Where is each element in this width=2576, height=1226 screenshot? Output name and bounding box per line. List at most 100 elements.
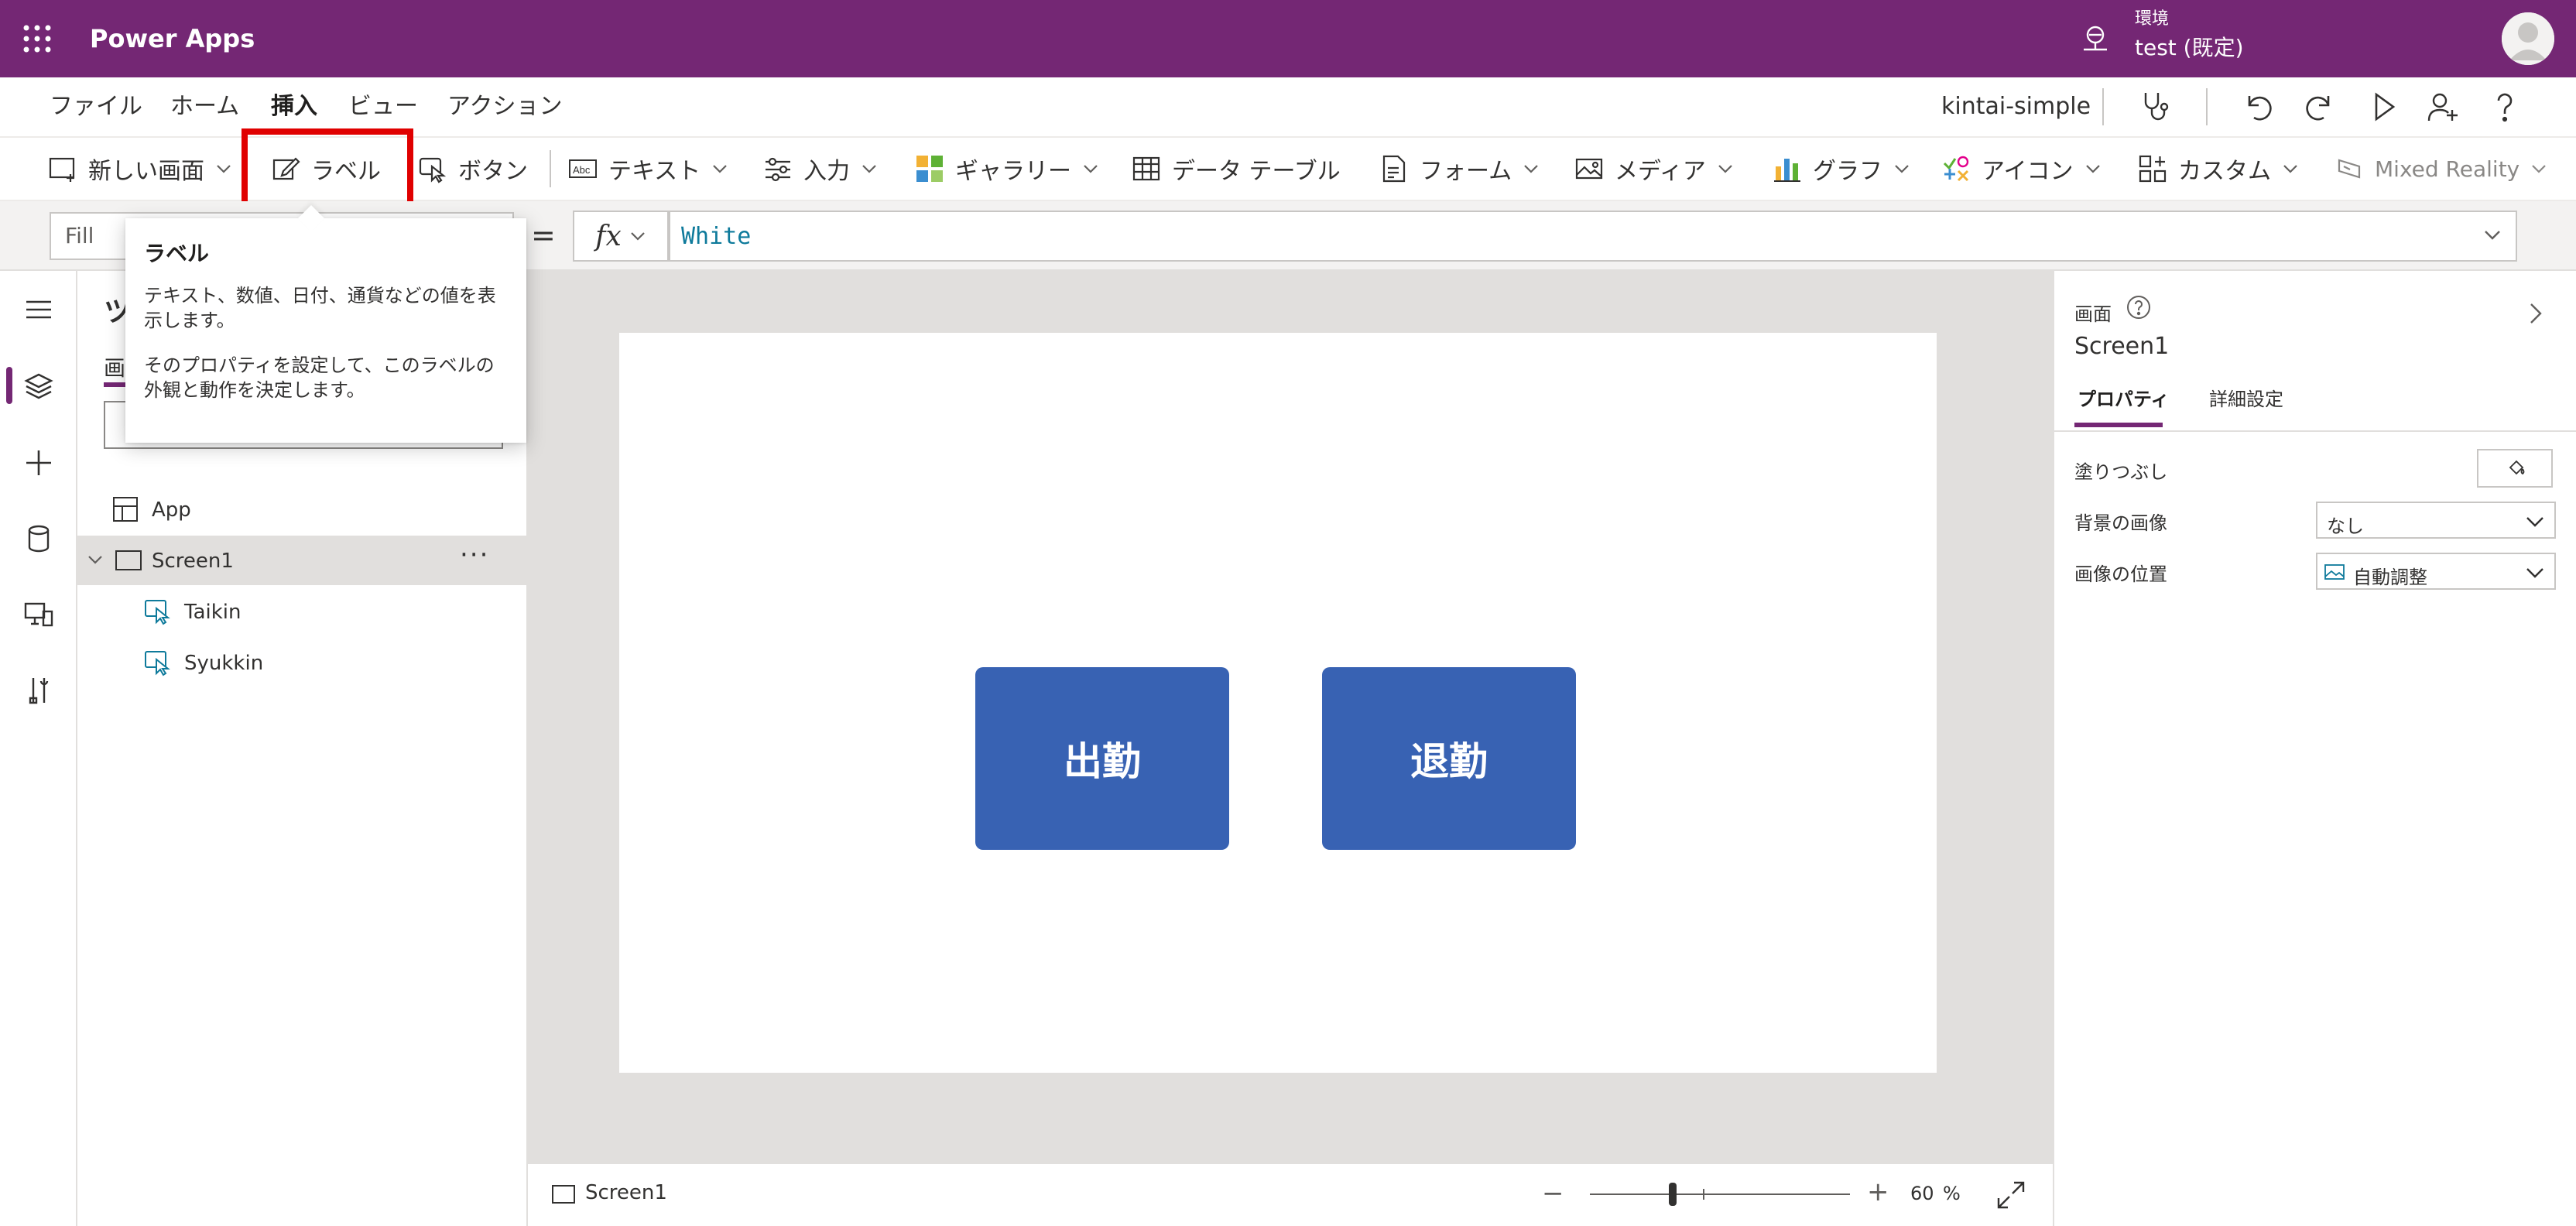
chevron-down-icon — [631, 232, 645, 241]
function-button[interactable]: fx — [573, 211, 669, 262]
redo-icon[interactable] — [2304, 90, 2338, 124]
app-name[interactable]: kintai-simple — [1941, 91, 2091, 122]
insert-mixed-reality-button[interactable]: Mixed Reality — [2334, 138, 2547, 200]
menu-view[interactable]: ビュー — [348, 91, 418, 122]
menu-action[interactable]: アクション — [447, 91, 563, 122]
mixed-reality-button-text: Mixed Reality — [2375, 156, 2520, 182]
button-control-icon — [145, 600, 170, 625]
fit-to-window-icon[interactable] — [1995, 1180, 2026, 1211]
tree-view-layers-icon[interactable] — [23, 370, 54, 401]
menu-home[interactable]: ホーム — [170, 91, 239, 122]
image-icon — [2324, 564, 2345, 580]
selected-control-name[interactable]: Screen1 — [2074, 333, 2169, 360]
tab-screens[interactable]: 画 — [104, 351, 125, 382]
environment-icon[interactable] — [2081, 23, 2110, 53]
fill-label: 塗りつぶし — [2074, 461, 2168, 483]
insert-button-button[interactable]: ボタン — [418, 138, 528, 200]
user-avatar[interactable] — [2502, 12, 2554, 65]
tree-item-app[interactable]: App — [77, 485, 526, 534]
tab-properties[interactable]: プロパティ — [2078, 384, 2170, 411]
current-screen-name[interactable]: Screen1 — [585, 1181, 667, 1204]
zoom-value: 60 — [1910, 1183, 1934, 1204]
background-image-label: 背景の画像 — [2074, 512, 2167, 534]
insert-input-button[interactable]: 入力 — [763, 138, 878, 200]
zoom-slider-track[interactable] — [1590, 1193, 1850, 1195]
tab-advanced[interactable]: 詳細設定 — [2209, 384, 2283, 411]
chevron-down-icon — [217, 165, 231, 173]
menu-insert[interactable]: 挿入 — [271, 91, 317, 122]
share-icon[interactable] — [2426, 90, 2460, 124]
tab-underline — [2074, 423, 2163, 427]
hamburger-menu-icon[interactable] — [23, 294, 54, 325]
data-cylinder-icon[interactable] — [23, 523, 54, 554]
insert-label-button[interactable]: ラベル — [271, 138, 381, 200]
background-image-select[interactable]: なし — [2316, 502, 2556, 539]
screen-icon — [115, 550, 142, 570]
insert-icons-button[interactable]: アイコン — [1941, 138, 2102, 200]
gallery-icon — [916, 156, 943, 182]
insert-data-table-button[interactable]: データ テーブル — [1132, 138, 1341, 200]
menu-bar: ファイル ホーム 挿入 ビュー アクション kintai-simple — [0, 77, 2576, 136]
image-position-select[interactable]: 自動調整 — [2316, 553, 2556, 590]
chevron-down-icon[interactable] — [87, 554, 104, 565]
new-screen-icon — [49, 157, 75, 182]
insert-media-button[interactable]: メディア — [1574, 138, 1734, 200]
chart-button-text: グラフ — [1813, 158, 1882, 185]
chevron-right-icon[interactable] — [2523, 302, 2547, 325]
image-position-label: 画像の位置 — [2074, 563, 2167, 585]
help-icon[interactable] — [2488, 90, 2522, 124]
add-icon[interactable] — [23, 447, 54, 478]
zoom-slider-thumb[interactable] — [1669, 1183, 1677, 1206]
insert-gallery-button[interactable]: ギャラリー — [915, 138, 1099, 200]
chevron-down-icon — [2526, 568, 2543, 578]
tooltip-title: ラベル — [144, 241, 210, 266]
screen-canvas[interactable]: 出勤 退勤 — [619, 333, 1937, 1073]
text-button-text: テキスト — [608, 158, 701, 185]
active-indicator — [6, 367, 12, 404]
tree-item-syukkin[interactable]: Syukkin — [77, 638, 526, 687]
icons-button-text: アイコン — [1982, 158, 2074, 185]
insert-form-button[interactable]: フォーム — [1379, 138, 1540, 200]
zoom-out-button[interactable]: − — [1542, 1178, 1564, 1209]
new-screen-button[interactable]: 新しい画面 — [48, 138, 232, 200]
environment-name[interactable]: test (既定) — [2135, 34, 2244, 62]
insert-ribbon: 新しい画面 ラベル ボタン Abc テキスト 入力 ギャラリー データ テーブル… — [0, 136, 2576, 201]
divider — [2054, 430, 2576, 432]
fill-color-picker[interactable] — [2477, 449, 2553, 488]
more-options-icon[interactable]: ··· — [460, 542, 489, 568]
menu-file[interactable]: ファイル — [50, 91, 142, 122]
advanced-tools-icon[interactable] — [23, 675, 54, 706]
left-navigation-rail — [0, 271, 77, 1226]
formula-input[interactable]: White — [669, 211, 2517, 262]
play-icon[interactable] — [2367, 90, 2401, 124]
paint-bucket-icon — [2509, 460, 2525, 475]
zoom-in-button[interactable]: + — [1867, 1176, 1889, 1207]
media-devices-icon[interactable] — [23, 599, 54, 630]
chevron-down-icon — [2526, 517, 2543, 527]
insert-chart-button[interactable]: グラフ — [1773, 138, 1910, 200]
label-button-text: ラベル — [311, 158, 381, 185]
tree-item-screen1[interactable]: Screen1 ··· — [77, 536, 526, 585]
app-checker-icon[interactable] — [2138, 90, 2172, 124]
chevron-down-icon — [1524, 165, 1538, 173]
insert-custom-button[interactable]: カスタム — [2138, 138, 2299, 200]
button-control-icon — [419, 157, 447, 183]
formula-value: White — [681, 223, 752, 250]
syukkin-button[interactable]: 出勤 — [975, 667, 1229, 850]
chevron-down-icon[interactable] — [2483, 229, 2502, 241]
app-launcher-icon[interactable] — [22, 23, 53, 54]
help-circle-icon[interactable] — [2126, 294, 2152, 320]
tree-item-taikin[interactable]: Taikin — [77, 587, 526, 636]
custom-component-icon — [2139, 155, 2167, 183]
data-table-icon — [1132, 156, 1160, 181]
tree-item-label: Screen1 — [152, 550, 234, 573]
chevron-down-icon — [1895, 165, 1909, 173]
zoom-slider-tick — [1703, 1189, 1704, 1200]
form-button-text: フォーム — [1420, 158, 1512, 185]
undo-icon[interactable] — [2240, 90, 2274, 124]
canvas-workspace: 出勤 退勤 — [528, 271, 2053, 1163]
taikin-button[interactable]: 退勤 — [1322, 667, 1576, 850]
insert-text-button[interactable]: Abc テキスト — [568, 138, 728, 200]
divider — [550, 150, 551, 187]
tree-item-label: Syukkin — [184, 652, 264, 675]
